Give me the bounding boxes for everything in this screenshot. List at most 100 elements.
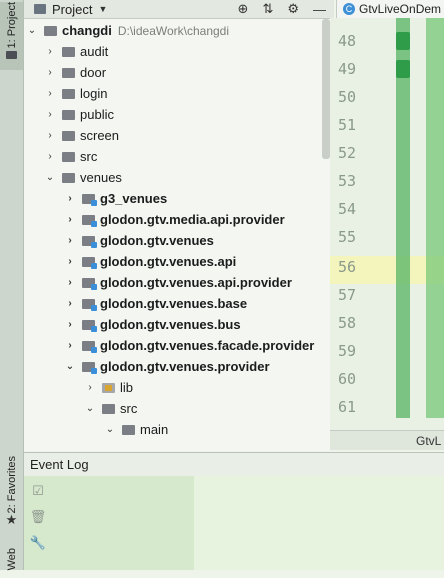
chevron-down-icon[interactable]: ⌄ bbox=[26, 25, 38, 36]
tree-item-label: login bbox=[80, 86, 108, 101]
project-window-icon bbox=[34, 4, 46, 14]
chevron-right-icon[interactable]: › bbox=[64, 277, 76, 288]
event-log-background bbox=[194, 476, 444, 570]
project-folder-icon bbox=[6, 51, 17, 60]
line-number: 60 bbox=[338, 370, 357, 388]
tree-item-label: venues bbox=[80, 170, 122, 185]
tree-item[interactable]: › glodon.gtv.venues.facade.provider bbox=[64, 335, 314, 356]
tree-item-label: glodon.gtv.media.api.provider bbox=[100, 212, 285, 227]
folder-icon bbox=[44, 25, 57, 36]
change-marker-strip bbox=[396, 18, 410, 418]
web-tool-tab[interactable]: Web bbox=[0, 548, 23, 570]
line-number: 59 bbox=[338, 342, 357, 360]
folder-icon bbox=[62, 151, 75, 162]
chevron-right-icon[interactable]: › bbox=[84, 382, 96, 393]
collapse-all-icon[interactable]: ⇅ bbox=[262, 1, 273, 17]
tree-item[interactable]: › g3_venues bbox=[64, 188, 167, 209]
tree-item[interactable]: › public bbox=[44, 104, 114, 125]
module-folder-icon bbox=[82, 361, 97, 374]
line-number: 58 bbox=[338, 314, 357, 332]
tree-item-label: glodon.gtv.venues.facade.provider bbox=[100, 338, 315, 353]
chevron-right-icon[interactable]: › bbox=[44, 151, 56, 162]
chevron-right-icon[interactable]: › bbox=[44, 130, 56, 141]
hide-panel-icon[interactable]: — bbox=[313, 2, 326, 17]
chevron-right-icon[interactable]: › bbox=[64, 298, 76, 309]
settings-gear-icon[interactable]: ⚙ bbox=[287, 1, 299, 17]
tree-item[interactable]: › glodon.gtv.venues.api bbox=[64, 251, 236, 272]
editor-tab[interactable]: C GtvLiveOnDem bbox=[336, 0, 444, 18]
chevron-down-icon[interactable]: ⌄ bbox=[104, 424, 116, 435]
editor-tab-label: GtvLiveOnDem bbox=[359, 2, 442, 16]
line-number: 57 bbox=[338, 286, 357, 304]
tree-item[interactable]: ⌄ glodon.gtv.venues.provider bbox=[64, 356, 270, 377]
tree-item-label: lib bbox=[120, 380, 134, 395]
chevron-right-icon[interactable]: › bbox=[44, 46, 56, 57]
chevron-down-icon[interactable]: ⌄ bbox=[44, 172, 56, 183]
folder-icon bbox=[62, 46, 75, 57]
module-folder-icon bbox=[82, 277, 97, 290]
chevron-right-icon[interactable]: › bbox=[64, 193, 76, 204]
chevron-right-icon[interactable]: › bbox=[64, 340, 76, 351]
line-number: 56 bbox=[338, 258, 357, 276]
tree-item[interactable]: › src bbox=[44, 146, 97, 167]
tree-item[interactable]: › login bbox=[44, 83, 107, 104]
tree-item[interactable]: › door bbox=[44, 62, 106, 83]
tree-item[interactable]: ⌄ src bbox=[84, 398, 138, 419]
folder-icon bbox=[62, 88, 75, 99]
chevron-right-icon[interactable]: › bbox=[64, 214, 76, 225]
chevron-down-icon[interactable]: ⌄ bbox=[64, 361, 76, 372]
line-number: 55 bbox=[338, 228, 357, 246]
chevron-right-icon[interactable]: › bbox=[64, 256, 76, 267]
chevron-right-icon[interactable]: › bbox=[44, 109, 56, 120]
folder-icon bbox=[102, 403, 115, 414]
project-tree[interactable]: ⌄ changdi D:\ideaWork\changdi › audit › … bbox=[24, 19, 330, 451]
tree-item[interactable]: › lib bbox=[84, 377, 133, 398]
editor-breadcrumb-label: GtvL bbox=[416, 433, 442, 448]
tree-item[interactable]: ⌄ venues bbox=[44, 167, 122, 188]
tree-item-label: public bbox=[80, 107, 114, 122]
fold-marker-icon[interactable] bbox=[396, 60, 410, 78]
chevron-right-icon[interactable]: › bbox=[64, 235, 76, 246]
locate-file-icon[interactable]: ⊕ bbox=[238, 1, 249, 17]
tree-item-label: door bbox=[80, 65, 107, 80]
code-area-edge bbox=[426, 18, 444, 418]
folder-icon bbox=[62, 172, 75, 183]
tree-root-label: changdi bbox=[62, 23, 112, 38]
chevron-right-icon[interactable]: › bbox=[44, 67, 56, 78]
module-folder-icon bbox=[82, 340, 97, 353]
fold-marker-icon[interactable] bbox=[396, 32, 410, 50]
tree-item-label: src bbox=[80, 149, 98, 164]
line-number: 61 bbox=[338, 398, 357, 416]
tree-item[interactable]: › audit bbox=[44, 41, 108, 62]
project-tool-tab[interactable]: 1: Project bbox=[0, 2, 23, 70]
tree-item-label: screen bbox=[80, 128, 120, 143]
event-log-header[interactable]: Event Log bbox=[24, 452, 444, 476]
line-number: 53 bbox=[338, 172, 357, 190]
tree-item[interactable]: ⌄ main bbox=[104, 419, 168, 440]
tree-item[interactable]: › screen bbox=[44, 125, 119, 146]
favorites-tool-tab[interactable]: 2: Favorites ★ bbox=[0, 456, 23, 526]
editor-breadcrumb[interactable]: GtvL bbox=[330, 430, 444, 450]
chevron-right-icon[interactable]: › bbox=[64, 319, 76, 330]
tree-item[interactable]: › glodon.gtv.media.api.provider bbox=[64, 209, 285, 230]
project-panel-title[interactable]: Project bbox=[52, 2, 92, 17]
event-log-title: Event Log bbox=[30, 457, 89, 472]
trash-icon[interactable]: 🗑 bbox=[30, 510, 47, 524]
module-folder-icon bbox=[82, 214, 97, 227]
tree-item[interactable]: › glodon.gtv.venues.base bbox=[64, 293, 247, 314]
folder-icon bbox=[62, 67, 75, 78]
chevron-right-icon[interactable]: › bbox=[44, 88, 56, 99]
mark-read-icon[interactable]: ☑ bbox=[32, 484, 44, 498]
tree-item[interactable]: › glodon.gtv.venues.bus bbox=[64, 314, 240, 335]
chevron-down-icon[interactable]: ⌄ bbox=[84, 403, 96, 414]
tree-root-item[interactable]: ⌄ changdi D:\ideaWork\changdi bbox=[26, 20, 229, 41]
wrench-icon[interactable]: 🔧 bbox=[30, 536, 46, 550]
tree-item-label: glodon.gtv.venues.provider bbox=[100, 359, 270, 374]
editor-gutter[interactable]: 48 49 50 51 52 53 54 55 56 57 58 59 60 6… bbox=[330, 18, 444, 432]
tree-item[interactable]: › glodon.gtv.venues bbox=[64, 230, 214, 251]
tree-scrollbar[interactable] bbox=[322, 19, 330, 159]
dropdown-caret-icon[interactable]: ▼ bbox=[98, 4, 107, 14]
tree-item[interactable]: › glodon.gtv.venues.api.provider bbox=[64, 272, 292, 293]
tree-root-path: D:\ideaWork\changdi bbox=[117, 23, 230, 38]
web-tool-tab-label: Web bbox=[5, 548, 18, 571]
